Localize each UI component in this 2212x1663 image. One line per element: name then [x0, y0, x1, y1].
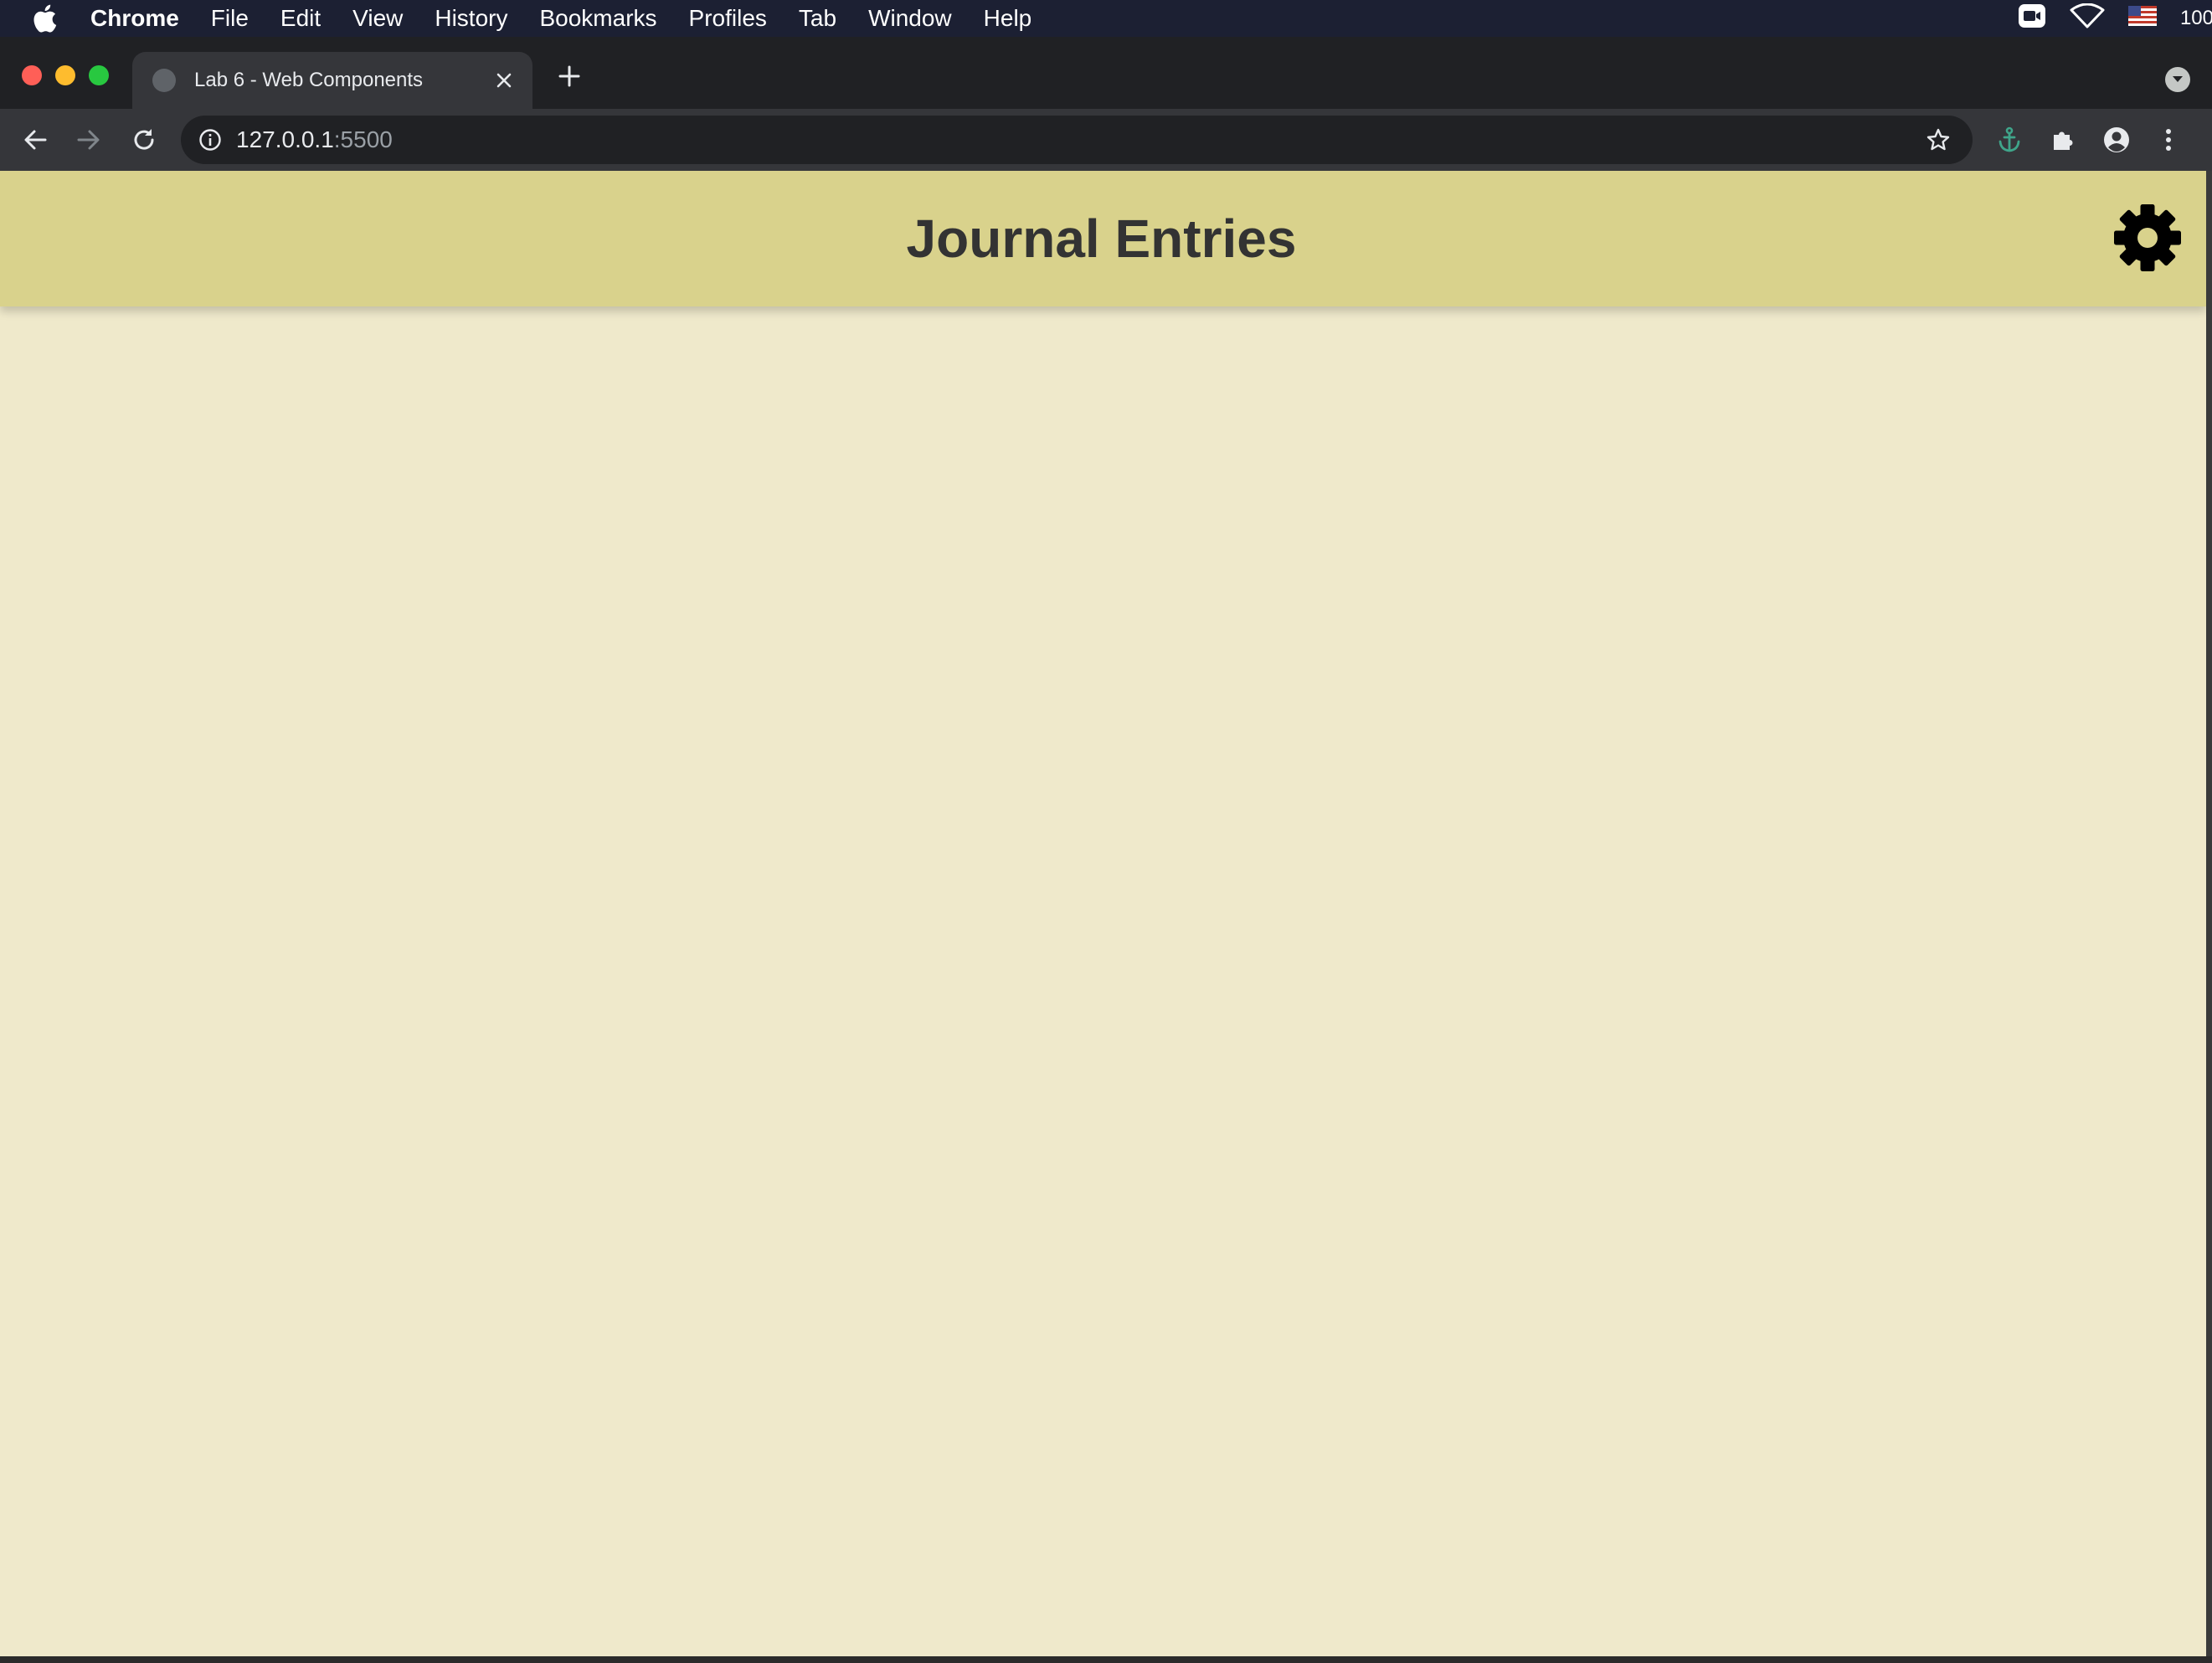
battery-percentage[interactable]: 100 [2180, 7, 2212, 30]
apple-icon[interactable] [32, 4, 65, 33]
page-title: Journal Entries [906, 209, 1297, 269]
gear-icon[interactable] [2112, 203, 2183, 273]
zoom-window-button[interactable] [89, 65, 109, 85]
url-port: :5500 [333, 126, 393, 152]
menu-app-name[interactable]: Chrome [90, 5, 179, 32]
minimize-window-button[interactable] [55, 65, 75, 85]
window-edge [2206, 171, 2212, 1656]
menu-tab[interactable]: Tab [799, 5, 836, 32]
tab-search-icon[interactable] [2165, 67, 2190, 92]
browser-tab-strip: Lab 6 - Web Components [0, 37, 2212, 109]
more-menu-icon[interactable] [2152, 123, 2185, 157]
address-bar[interactable]: 127.0.0.1:5500 [181, 116, 1973, 164]
window-bottom-edge [0, 1656, 2212, 1663]
menu-bookmarks[interactable]: Bookmarks [539, 5, 656, 32]
anchor-extension-icon[interactable] [1993, 123, 2026, 157]
page-viewport: Journal Entries [0, 171, 2206, 1656]
reload-icon[interactable] [127, 123, 161, 157]
menu-edit[interactable]: Edit [280, 5, 321, 32]
menu-view[interactable]: View [352, 5, 403, 32]
close-tab-icon[interactable] [487, 64, 521, 97]
new-tab-button[interactable] [553, 60, 586, 94]
us-flag-icon[interactable] [2127, 5, 2157, 32]
back-arrow-icon[interactable] [18, 123, 52, 157]
page-header: Journal Entries [0, 171, 2206, 306]
extensions-puzzle-icon[interactable] [2046, 123, 2080, 157]
url-host: 127.0.0.1 [236, 126, 334, 152]
macos-menu-bar: Chrome File Edit View History Bookmarks … [0, 0, 2212, 37]
menu-help[interactable]: Help [984, 5, 1032, 32]
wifi-icon[interactable] [2070, 3, 2105, 34]
globe-icon [152, 69, 176, 92]
menu-bar-status-area: 100 [2018, 0, 2212, 37]
bookmark-star-icon[interactable] [1926, 127, 1951, 152]
tab-title: Lab 6 - Web Components [194, 69, 424, 91]
browser-tab-active[interactable]: Lab 6 - Web Components [132, 52, 532, 109]
profile-avatar-icon[interactable] [2100, 123, 2133, 157]
video-camera-icon[interactable] [2018, 3, 2046, 34]
menu-file[interactable]: File [211, 5, 249, 32]
browser-toolbar: 127.0.0.1:5500 [0, 109, 2212, 171]
close-window-button[interactable] [22, 65, 42, 85]
forward-arrow-icon[interactable] [72, 123, 105, 157]
site-info-icon[interactable] [198, 127, 223, 152]
menu-history[interactable]: History [435, 5, 507, 32]
menu-profiles[interactable]: Profiles [689, 5, 767, 32]
menu-window[interactable]: Window [868, 5, 952, 32]
